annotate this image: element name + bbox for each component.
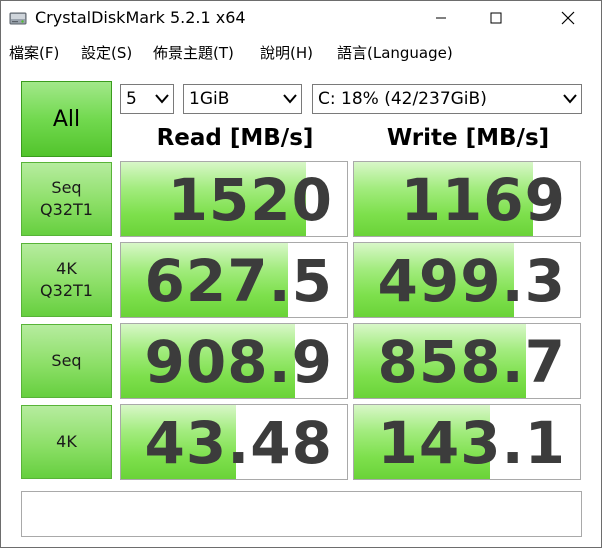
read-value: 1520 (167, 166, 333, 234)
row-label-line2: Q32T1 (40, 200, 93, 219)
maximize-button[interactable] (473, 1, 519, 35)
seq-write-cell: 858.7 (353, 323, 581, 399)
minimize-button[interactable] (418, 1, 464, 35)
comment-input[interactable] (21, 491, 582, 537)
write-column-header: Write [MB/s] (386, 125, 550, 151)
row-label-line1: Seq (51, 351, 82, 370)
test-size-value: 1GiB (189, 89, 230, 109)
test-count-value: 5 (126, 89, 137, 109)
seq-q32t1-write-cell: 1169 (353, 161, 581, 237)
4k-q32t1-button[interactable]: 4K Q32T1 (21, 243, 112, 317)
read-column-header: Read [MB/s] (156, 125, 314, 151)
seq-q32t1-read-cell: 1520 (120, 161, 348, 237)
menu-file[interactable]: 檔案(F) (9, 42, 59, 63)
write-value: 499.3 (377, 247, 566, 315)
menu-settings[interactable]: 設定(S) (81, 42, 132, 63)
menu-help[interactable]: 說明(H) (260, 42, 313, 63)
4k-q32t1-read-cell: 627.5 (120, 242, 348, 318)
4k-read-cell: 43.48 (120, 404, 348, 480)
row-label-line1: 4K (56, 259, 77, 278)
seq-q32t1-button[interactable]: Seq Q32T1 (21, 162, 112, 236)
chevron-down-icon (283, 94, 297, 104)
write-value: 1169 (400, 166, 566, 234)
window-title: CrystalDiskMark 5.2.1 x64 (35, 8, 246, 27)
4k-button[interactable]: 4K (21, 405, 112, 479)
write-value: 143.1 (377, 409, 566, 477)
write-value: 858.7 (377, 328, 566, 396)
drive-value: C: 18% (42/237GiB) (318, 89, 487, 109)
4k-write-cell: 143.1 (353, 404, 581, 480)
seq-read-cell: 908.9 (120, 323, 348, 399)
all-button[interactable]: All (21, 81, 112, 157)
chevron-down-icon (155, 94, 169, 104)
seq-button[interactable]: Seq (21, 324, 112, 398)
4k-q32t1-write-cell: 499.3 (353, 242, 581, 318)
read-value: 908.9 (144, 328, 333, 396)
close-icon (561, 11, 575, 25)
chevron-down-icon (563, 94, 577, 104)
menu-theme[interactable]: 佈景主題(T) (153, 42, 234, 63)
row-label-line2: Q32T1 (40, 281, 93, 300)
read-value: 627.5 (144, 247, 333, 315)
close-button[interactable] (545, 1, 591, 35)
menu-bar: 檔案(F) 設定(S) 佈景主題(T) 說明(H) 語言(Language) (1, 39, 601, 65)
app-disk-icon (9, 10, 27, 26)
row-label-line1: Seq (51, 178, 82, 197)
title-bar: CrystalDiskMark 5.2.1 x64 (1, 1, 601, 37)
maximize-icon (490, 12, 502, 24)
menu-language[interactable]: 語言(Language) (337, 42, 453, 63)
read-value: 43.48 (144, 409, 333, 477)
test-count-select[interactable]: 5 (120, 84, 174, 114)
app-window: CrystalDiskMark 5.2.1 x64 檔案(F) 設定(S) 佈景… (0, 0, 602, 548)
minimize-icon (436, 17, 446, 19)
row-label-line1: 4K (56, 432, 77, 451)
test-size-select[interactable]: 1GiB (183, 84, 302, 114)
drive-select[interactable]: C: 18% (42/237GiB) (312, 84, 582, 114)
